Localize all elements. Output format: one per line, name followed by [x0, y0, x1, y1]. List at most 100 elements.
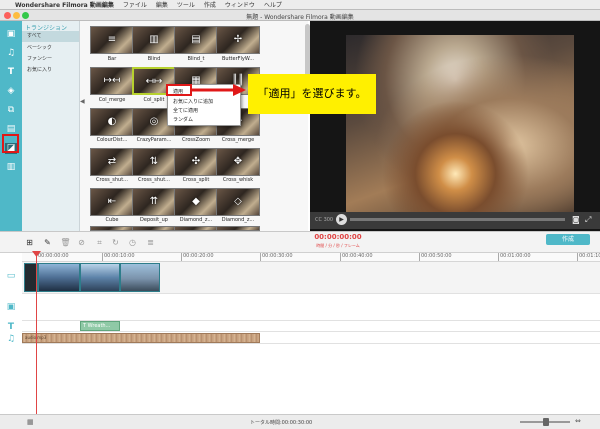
pip-track	[22, 294, 600, 321]
grid-view-icon[interactable]: ▦	[27, 418, 34, 426]
video-track	[22, 262, 600, 294]
audio-clip[interactable]: audio.mp3	[22, 333, 260, 343]
transition-thumb[interactable]: ⇅	[132, 148, 176, 176]
category-all[interactable]: すべて	[22, 31, 79, 42]
media-icon[interactable]: ▣	[5, 29, 17, 40]
transition-thumb[interactable]: ✢	[216, 26, 260, 54]
rotate-icon[interactable]: ↻	[110, 237, 121, 248]
ruler-tick: 00:01:10:00	[577, 253, 600, 261]
merge-arrows-icon: ↦↤	[103, 75, 121, 86]
audio-clip-label: audio.mp3	[23, 335, 46, 340]
fit-icon[interactable]: ⇔	[575, 417, 581, 425]
video-clip[interactable]	[38, 263, 80, 292]
text-clip-icon: T	[83, 323, 87, 329]
preview-timecode: 00:00:00:00	[314, 233, 362, 241]
fullscreen-icon[interactable]: ⤢	[585, 215, 591, 225]
apply-highlight	[166, 84, 192, 96]
preview-progress-bar[interactable]	[350, 218, 565, 221]
transition-icon-highlight	[2, 134, 19, 153]
transition-thumb[interactable]: ▥	[132, 26, 176, 54]
transition-thumb[interactable]: ◆	[174, 188, 218, 216]
arrow-icon	[192, 84, 246, 96]
video-clip[interactable]	[120, 263, 160, 292]
text-clip[interactable]: T Wreath...	[80, 321, 120, 331]
preview-counter: CC 300	[315, 217, 334, 223]
transition-thumb[interactable]: ✣	[174, 148, 218, 176]
butterfly-icon: ✢	[233, 34, 243, 45]
transition-thumb[interactable]: ▤	[174, 26, 218, 54]
color-dist-icon: ◐	[107, 116, 117, 127]
transition-grid: ◀ ≡ Bar ▥ Blind ▤ Blind_t ✢ ButterFlyW..…	[80, 21, 308, 231]
diamond-icon: ◇	[234, 196, 242, 207]
bars-icon: ≡	[107, 34, 117, 45]
transition-thumb[interactable]: ↦↤	[90, 67, 134, 95]
menu-help[interactable]: ヘルプ	[264, 0, 282, 9]
timecode-label: 時間 / 分 / 秒 / フレーム	[316, 243, 360, 248]
split-icon[interactable]: ⊘	[76, 237, 87, 248]
ruler-tick: 00:01:00:00	[498, 253, 531, 261]
instruction-callout: 「適用」を選びます。	[248, 74, 376, 114]
cross-whisk-icon: ✥	[233, 156, 243, 167]
blind-icon: ▥	[149, 34, 159, 45]
menu-item-apply-all[interactable]: 全てに適用	[173, 107, 198, 114]
ruler-tick: 00:00:10:00	[102, 253, 135, 261]
menu-window[interactable]: ウィンドウ	[225, 0, 255, 9]
music-icon[interactable]: ♫	[5, 48, 17, 59]
deposit-icon: ⇈	[149, 196, 159, 207]
speed-icon[interactable]: ◷	[127, 237, 138, 248]
crop-icon[interactable]: ⌗	[94, 237, 105, 248]
ruler-tick: 00:00:40:00	[340, 253, 373, 261]
record-icon[interactable]: ✎	[42, 237, 53, 248]
transition-thumb[interactable]: ◇	[216, 188, 260, 216]
cube-icon: ⇤	[107, 196, 117, 207]
transition-thumb[interactable]: ⇈	[132, 188, 176, 216]
transition-thumb[interactable]: ✥	[216, 148, 260, 176]
text-track-icon: T	[7, 322, 15, 332]
add-media-icon[interactable]: ⊞	[24, 237, 35, 248]
transition-thumb[interactable]: ◐	[90, 108, 134, 136]
timeline-ruler: 00:00:00:00 00:00:10:00 00:00:20:00 00:0…	[22, 253, 600, 262]
ruler-tick: 00:00:50:00	[419, 253, 452, 261]
category-fancy[interactable]: ファンシー	[22, 54, 79, 65]
playhead[interactable]	[36, 253, 37, 414]
video-clip[interactable]	[80, 263, 120, 292]
play-button[interactable]: ▶	[336, 214, 347, 225]
filter-icon[interactable]: ◈	[5, 86, 17, 97]
cross-split-icon: ✣	[191, 156, 201, 167]
app-menu[interactable]: Wondershare Filmora 動画編集	[15, 0, 114, 9]
transition-thumb[interactable]: ⇄	[90, 148, 134, 176]
transition-thumb[interactable]: ⇤	[90, 188, 134, 216]
delete-icon[interactable]: 🗑	[60, 237, 71, 248]
camera-icon[interactable]: ◙	[572, 215, 580, 224]
text-track: T Wreath...	[22, 321, 600, 332]
split-screen-icon[interactable]: ▥	[5, 162, 17, 173]
menu-item-add-favorite[interactable]: お気に入りに追加	[173, 98, 213, 105]
category-basic[interactable]: ベーシック	[22, 43, 79, 54]
shutter-icon: ⇅	[149, 156, 159, 167]
blind-t-icon: ▤	[191, 34, 201, 45]
transition-label: Cross_whisk	[222, 177, 254, 183]
timeline-tracks: T Wreath... audio.mp3 ▭ ▣ T ♫	[0, 262, 600, 414]
export-button[interactable]: 作成	[546, 234, 590, 245]
music-track-icon: ♫	[6, 334, 16, 344]
settings-icon[interactable]: ≣	[145, 237, 156, 248]
transition-label: Diamond_z...	[221, 217, 255, 223]
category-favorites[interactable]: お気に入り	[22, 65, 79, 76]
menu-item-random[interactable]: ランダム	[173, 116, 193, 123]
ruler-tick: 00:00:00:00	[36, 253, 69, 261]
collapse-arrow-icon[interactable]: ◀	[80, 98, 85, 106]
transition-label: Cross_merge	[221, 137, 255, 143]
video-track-icon: ▭	[6, 271, 16, 281]
menu-edit[interactable]: 編集	[156, 0, 168, 9]
zoom-slider-handle[interactable]	[543, 418, 549, 426]
transition-thumb[interactable]: ≡	[90, 26, 134, 54]
window-titlebar: 無題 - Wondershare Filmora 動画編集	[0, 10, 600, 21]
text-icon[interactable]: T	[5, 67, 17, 78]
ruler-tick: 00:00:20:00	[181, 253, 214, 261]
timeline-toolbar: ⊞ ✎ 🗑 ⊘ ⌗ ↻ ◷ ≣	[0, 231, 600, 253]
menu-create[interactable]: 作成	[204, 0, 216, 9]
overlay-icon[interactable]: ⧉	[5, 105, 17, 116]
menu-file[interactable]: ファイル	[123, 0, 147, 9]
menu-tools[interactable]: ツール	[177, 0, 195, 9]
category-panel: トランジション すべて ベーシック ファンシー お気に入り	[22, 21, 80, 231]
